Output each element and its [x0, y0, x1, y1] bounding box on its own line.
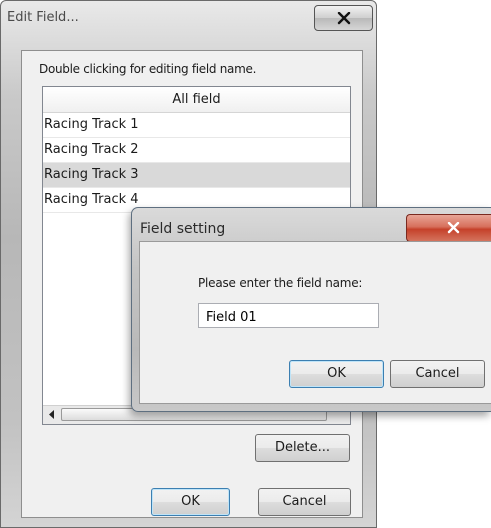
scroll-left-icon[interactable] [49, 410, 55, 419]
dialog-close-button[interactable] [406, 214, 491, 242]
dialog-title: Field setting [140, 221, 226, 237]
column-header[interactable]: All field [43, 87, 350, 113]
field-setting-client: Please enter the field name: OK Cancel [139, 241, 491, 404]
close-icon [447, 222, 460, 234]
dialog-cancel-button[interactable]: Cancel [390, 360, 485, 388]
field-name-prompt: Please enter the field name: [198, 276, 363, 290]
cancel-button[interactable]: Cancel [258, 488, 351, 516]
dialog-ok-button[interactable]: OK [289, 360, 384, 388]
ok-button[interactable]: OK [151, 488, 230, 516]
delete-button[interactable]: Delete... [255, 434, 350, 462]
list-item[interactable]: Racing Track 1 [43, 113, 350, 138]
window-title: Edit Field... [7, 10, 79, 25]
list-item-selected[interactable]: Racing Track 3 [43, 163, 350, 188]
field-setting-dialog: Field setting Please enter the field nam… [131, 207, 491, 412]
list-item[interactable]: Racing Track 2 [43, 138, 350, 163]
instruction-text: Double clicking for editing field name. [39, 62, 257, 76]
close-icon [337, 12, 351, 25]
close-button[interactable] [314, 5, 373, 31]
field-name-input[interactable] [198, 303, 379, 328]
